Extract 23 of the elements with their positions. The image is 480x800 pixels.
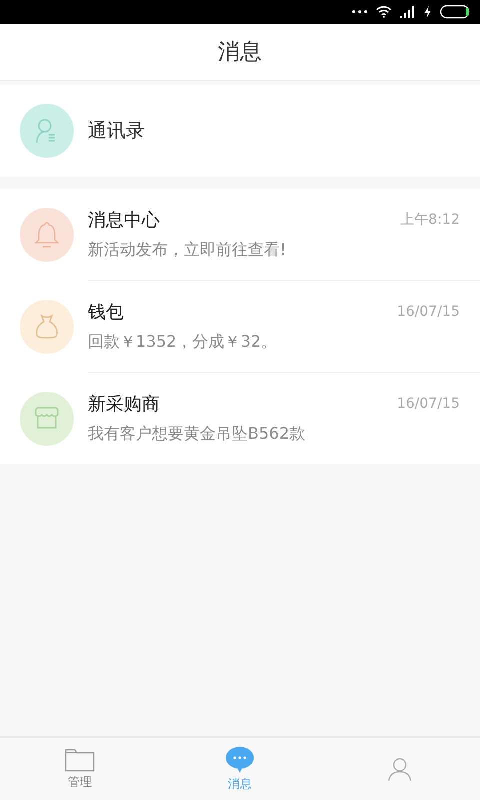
charging-bolt-icon [424,6,432,18]
message-title: 新采购商 [88,393,160,416]
wifi-icon [376,6,392,18]
signal-icon [400,6,416,18]
chat-bubble-icon [225,746,255,774]
folder-icon [65,748,95,772]
page-title: 消息 [218,39,262,67]
message-preview: 我有客户想要黄金吊坠B562款 [88,424,307,445]
contacts-row[interactable]: 通讯录 [0,85,480,177]
message-preview: 新活动发布，立即前往查看! [88,240,288,261]
more-dots-icon [352,9,368,15]
message-title: 消息中心 [88,209,160,232]
person-icon [387,756,413,782]
message-time: 16/07/15 [397,396,460,412]
message-preview: 回款￥1352，分成￥32。 [88,332,278,353]
battery-icon [440,5,472,19]
message-row[interactable]: 新采购商 16/07/15 我有客户想要黄金吊坠B562款 [88,372,480,464]
message-title: 钱包 [88,301,124,324]
message-time: 16/07/15 [397,304,460,320]
message-row[interactable]: 消息中心 上午8:12 新活动发布，立即前往查看! [0,189,480,280]
message-row[interactable]: 钱包 16/07/15 回款￥1352，分成￥32。 [88,280,480,372]
contacts-label: 通讯录 [88,119,145,144]
message-time: 上午8:12 [400,211,460,229]
